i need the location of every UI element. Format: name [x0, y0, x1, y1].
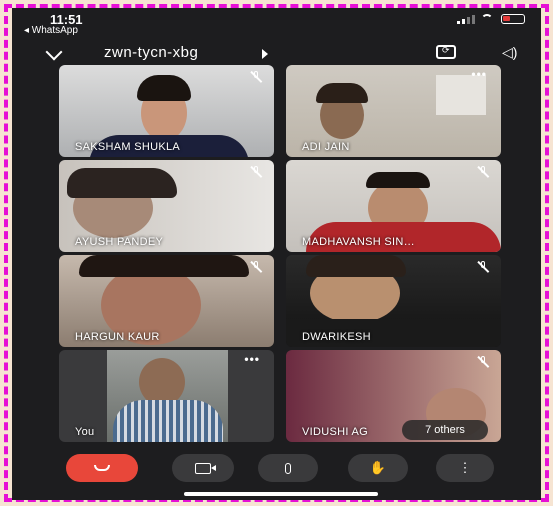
participant-name: VIDUSHI AG: [302, 426, 368, 438]
self-view-video: [107, 350, 228, 442]
participant-name: ADI JAIN: [302, 141, 350, 153]
participant-name: HARGUN KAUR: [75, 331, 160, 343]
participant-tile-hargun[interactable]: HARGUN KAUR: [59, 255, 274, 347]
mic-off-icon: [477, 166, 489, 178]
participant-name: AYUSH PANDEY: [75, 236, 164, 248]
speaker-icon[interactable]: ◁): [502, 44, 517, 61]
more-options-icon[interactable]: •••: [471, 67, 487, 81]
mic-off-icon: [250, 166, 262, 178]
participant-tile-ayush[interactable]: AYUSH PANDEY: [59, 160, 274, 252]
more-options-icon: ⋮: [458, 460, 472, 475]
more-options-icon[interactable]: •••: [244, 352, 260, 366]
participant-name: MADHAVANSH SIN…: [302, 236, 415, 248]
participant-name: You: [75, 426, 95, 438]
mic-off-icon: [477, 261, 489, 273]
meeting-screen: 11:51 ◂ WhatsApp zwn-tycn-xbg ◁) SAKSHAM…: [12, 8, 541, 500]
home-indicator[interactable]: [184, 492, 378, 496]
participant-name: DWARIKESH: [302, 331, 371, 343]
participant-tile-saksham[interactable]: SAKSHAM SHUKLA: [59, 65, 274, 157]
raise-hand-button[interactable]: ✋: [348, 454, 408, 482]
mic-off-icon: [250, 71, 262, 83]
battery-icon: [501, 14, 525, 24]
participant-name: SAKSHAM SHUKLA: [75, 141, 181, 153]
meeting-details-arrow-icon[interactable]: [262, 49, 268, 59]
camera-switch-icon[interactable]: [436, 45, 456, 59]
status-icons: [457, 14, 525, 24]
participant-tile-adi[interactable]: ••• ADI JAIN: [286, 65, 501, 157]
raise-hand-icon: ✋: [369, 460, 387, 475]
others-count-chip[interactable]: 7 others: [402, 420, 488, 440]
more-options-button[interactable]: ⋮: [436, 454, 494, 482]
hang-up-icon: [94, 465, 110, 471]
participant-tile-madhavansh[interactable]: MADHAVANSH SIN…: [286, 160, 501, 252]
hang-up-button[interactable]: [66, 454, 138, 482]
back-to-whatsapp-link[interactable]: ◂ WhatsApp: [24, 25, 78, 36]
mic-off-icon: [477, 356, 489, 368]
meeting-code[interactable]: zwn-tycn-xbg: [104, 44, 198, 61]
chevron-down-icon[interactable]: [45, 43, 63, 61]
mic-off-icon: [250, 261, 262, 273]
participant-tile-dwarikesh[interactable]: DWARIKESH: [286, 255, 501, 347]
call-controls: ✋ ⋮: [12, 452, 541, 492]
signal-icon: [457, 14, 475, 24]
microphone-icon: [285, 462, 291, 474]
microphone-button[interactable]: [258, 454, 318, 482]
camera-button[interactable]: [172, 454, 234, 482]
wifi-icon: [481, 14, 495, 24]
video-camera-icon: [195, 462, 216, 474]
